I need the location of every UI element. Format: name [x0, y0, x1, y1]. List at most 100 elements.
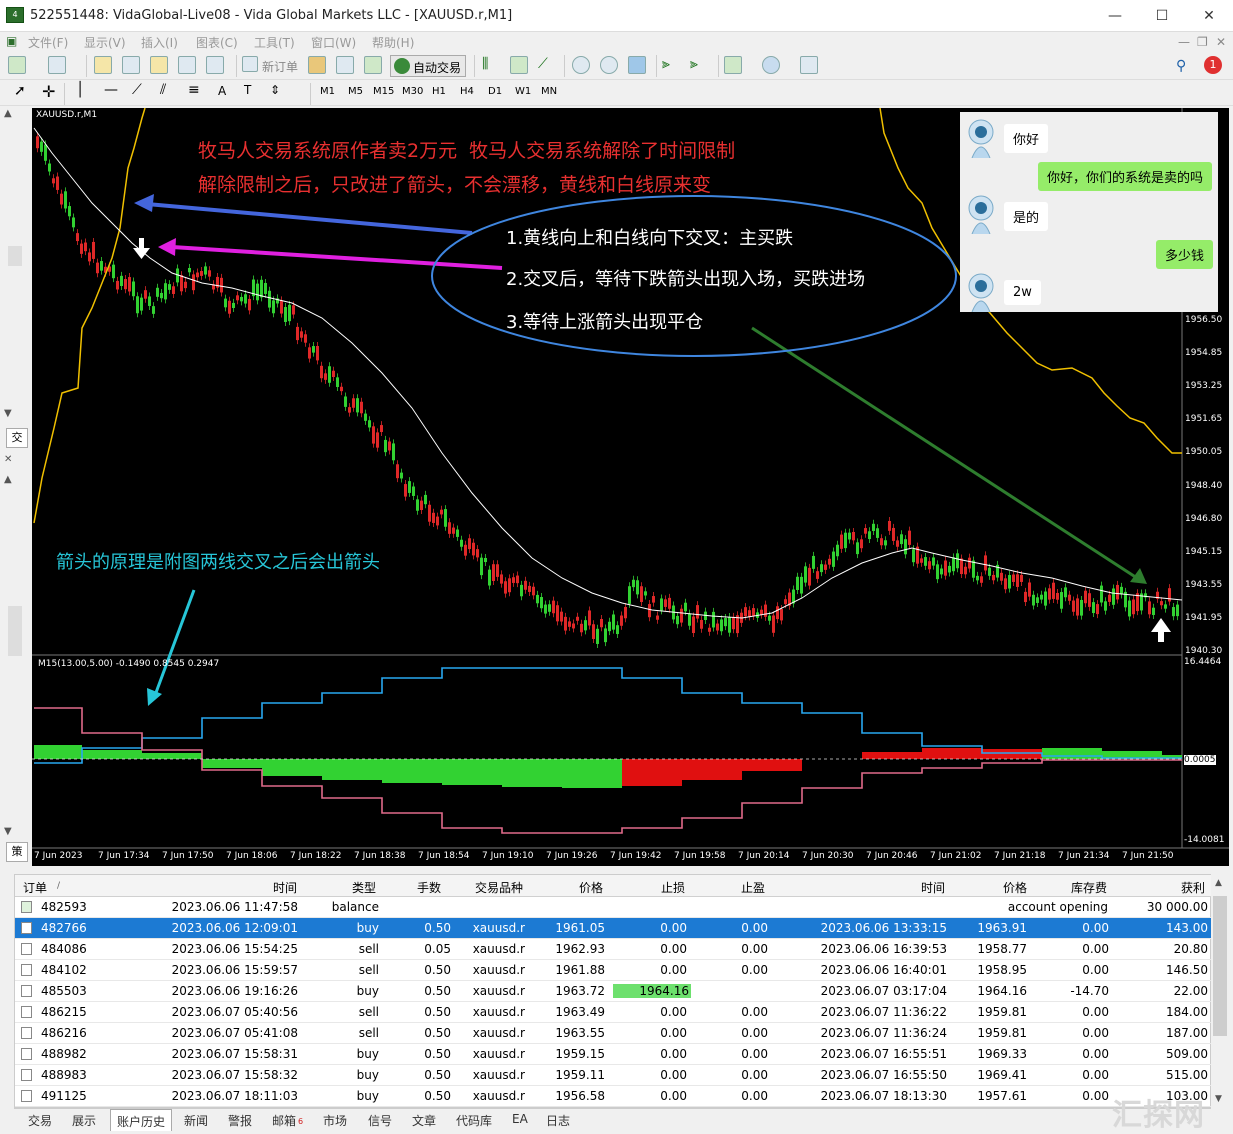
chart-window-icon[interactable]: ▣	[6, 34, 17, 48]
collapse-icon[interactable]: ▲	[4, 108, 12, 119]
col-swap[interactable]: 库存费	[1071, 879, 1107, 896]
minimize-button[interactable]: —	[1093, 4, 1137, 28]
market-watch-icon[interactable]	[94, 56, 112, 76]
col-profit[interactable]: 获利	[1181, 879, 1205, 896]
bar-chart-icon[interactable]: ⫼	[482, 56, 500, 76]
signals-icon[interactable]	[364, 56, 382, 76]
tab-alerts[interactable]: 警报	[228, 1112, 252, 1129]
col-close-time[interactable]: 时间	[921, 879, 945, 896]
scroll-thumb-2[interactable]	[8, 606, 22, 656]
notifications-badge[interactable]: 1	[1204, 56, 1222, 74]
timeframe-m5[interactable]: M5	[348, 86, 363, 97]
scroll-thumb[interactable]	[8, 246, 22, 266]
table-row[interactable]: 488982 2023.06.07 15:58:31 buy 0.50 xauusd.r…	[15, 1044, 1212, 1065]
text-label-icon[interactable]: T	[244, 83, 251, 97]
tab-signals[interactable]: 信号	[368, 1112, 392, 1129]
navigator-icon[interactable]	[150, 56, 168, 76]
tab-journal[interactable]: 日志	[546, 1112, 570, 1129]
tab-articles[interactable]: 文章	[412, 1112, 436, 1129]
crosshair-icon[interactable]: ✛	[42, 82, 55, 101]
metaeditor-icon[interactable]	[308, 56, 326, 76]
candlestick-icon[interactable]	[510, 56, 528, 76]
table-row[interactable]: 482766 2023.06.06 12:09:01 buy 0.50 xauusd.r…	[15, 918, 1212, 939]
close-button[interactable]: ✕	[1187, 4, 1231, 28]
timeframe-w1[interactable]: W1	[515, 86, 531, 97]
table-row[interactable]: 484086 2023.06.06 15:54:25 sell 0.05 xauusd.…	[15, 939, 1212, 960]
scroll-down-icon[interactable]: ▼	[4, 408, 12, 419]
timeframe-m15[interactable]: M15	[373, 86, 394, 97]
menu-window[interactable]: 窗口(W)	[311, 34, 356, 51]
search-icon[interactable]: ⚲	[1176, 58, 1186, 74]
maximize-button[interactable]: ☐	[1140, 4, 1184, 28]
scroll-up-icon[interactable]: ▲	[1215, 878, 1222, 888]
timeframe-m30[interactable]: M30	[402, 86, 423, 97]
equidistant-channel-icon[interactable]: ⫽	[160, 82, 166, 98]
terminal-scrollbar[interactable]: ▲ ▼	[1211, 874, 1229, 1108]
timeframe-d1[interactable]: D1	[488, 86, 502, 97]
table-row[interactable]: 486215 2023.06.07 05:40:56 sell 0.50 xauusd.…	[15, 1002, 1212, 1023]
profiles-icon[interactable]	[48, 56, 66, 76]
autoscroll-icon[interactable]: ⫸	[690, 56, 708, 76]
col-type[interactable]: 类型	[352, 879, 376, 896]
tab-trade[interactable]: 交易	[28, 1112, 52, 1129]
terminal-icon[interactable]	[178, 56, 196, 76]
new-order-icon[interactable]	[242, 56, 258, 76]
auto-trading-button[interactable]: 自动交易	[390, 55, 466, 77]
table-row[interactable]: 488983 2023.06.07 15:58:32 buy 0.50 xauusd.r…	[15, 1065, 1212, 1086]
table-row[interactable]: 484102 2023.06.06 15:59:57 sell 0.50 xauusd.…	[15, 960, 1212, 981]
text-icon[interactable]: A	[218, 84, 226, 98]
scroll-thumb[interactable]	[1213, 896, 1227, 1036]
menu-file[interactable]: 文件(F)	[28, 34, 68, 51]
new-order-button[interactable]: 新订单	[262, 58, 298, 75]
indicators-icon[interactable]	[724, 56, 742, 76]
menu-chart[interactable]: 图表(C)	[196, 34, 238, 51]
panel-close-icon[interactable]: ✕	[4, 454, 12, 465]
menu-tools[interactable]: 工具(T)	[254, 34, 295, 51]
tab-market[interactable]: 市场	[323, 1112, 347, 1129]
col-sl[interactable]: 止损	[661, 879, 685, 896]
line-chart-icon[interactable]: ⟋	[538, 56, 556, 76]
col-price[interactable]: 价格	[579, 879, 603, 896]
new-chart-icon[interactable]	[8, 56, 26, 76]
community-icon[interactable]	[336, 56, 354, 76]
zoom-in-icon[interactable]	[572, 56, 590, 76]
table-row[interactable]: 486216 2023.06.07 05:41:08 sell 0.50 xauusd.…	[15, 1023, 1212, 1044]
templates-icon[interactable]	[800, 56, 818, 76]
tab-mailbox[interactable]: 邮箱	[272, 1112, 296, 1129]
periods-icon[interactable]	[762, 56, 780, 76]
table-row[interactable]: 482593 2023.06.06 11:47:58 balance account …	[15, 897, 1212, 918]
col-order[interactable]: 订单	[23, 879, 47, 896]
chart-window[interactable]: 1956.50 1954.85 1953.25 1951.65 1950.05 1948.…	[32, 108, 1229, 866]
tab-exposure[interactable]: 展示	[72, 1112, 96, 1129]
tab-code-base[interactable]: 代码库	[456, 1112, 492, 1129]
scroll-down-icon[interactable]: ▼	[1215, 1094, 1222, 1104]
tab-experts[interactable]: EA	[512, 1112, 528, 1126]
timeframe-m1[interactable]: M1	[320, 86, 335, 97]
mdi-close-icon[interactable]: ✕	[1216, 35, 1226, 49]
cursor-icon[interactable]: ➚	[14, 83, 26, 99]
menu-help[interactable]: 帮助(H)	[372, 34, 414, 51]
vertical-line-icon[interactable]: │	[76, 82, 84, 98]
zoom-out-icon[interactable]	[600, 56, 618, 76]
arrows-icon[interactable]: ⇕	[270, 83, 280, 97]
timeframe-mn[interactable]: MN	[541, 86, 557, 97]
col-open-time[interactable]: 时间	[273, 879, 297, 896]
table-row[interactable]: 491125 2023.06.07 18:11:03 buy 0.50 xauusd.r…	[15, 1086, 1212, 1107]
col-close-price[interactable]: 价格	[1003, 879, 1027, 896]
scroll-down-icon-2[interactable]: ▼	[4, 826, 12, 837]
panel-tab-2[interactable]: 策	[6, 842, 28, 862]
tile-windows-icon[interactable]	[628, 56, 646, 76]
menu-insert[interactable]: 插入(I)	[141, 34, 178, 51]
trendline-icon[interactable]: ⟋	[132, 82, 142, 98]
timeframe-h1[interactable]: H1	[432, 86, 446, 97]
scroll-up-icon[interactable]: ▲	[4, 474, 12, 485]
horizontal-line-icon[interactable]: —	[104, 82, 118, 98]
mdi-restore-icon[interactable]: ❐	[1197, 35, 1208, 49]
data-window-icon[interactable]	[122, 56, 140, 76]
table-row[interactable]: 485503 2023.06.06 19:16:26 buy 0.50 xauusd.r…	[15, 981, 1212, 1002]
col-tp[interactable]: 止盈	[741, 879, 765, 896]
strategy-tester-icon[interactable]	[206, 56, 224, 76]
timeframe-h4[interactable]: H4	[460, 86, 474, 97]
tab-news[interactable]: 新闻	[184, 1112, 208, 1129]
col-lots[interactable]: 手数	[417, 879, 441, 896]
